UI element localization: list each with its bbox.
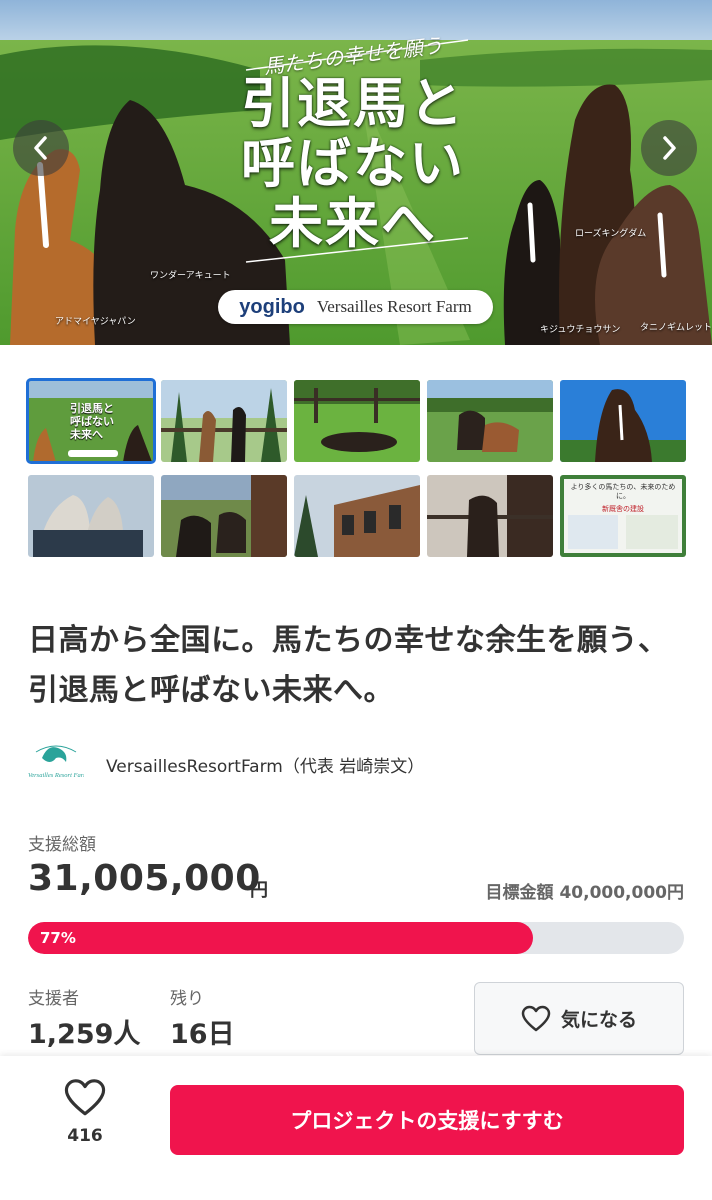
hero-brand-badge: yogibo Versailles Resort Farm <box>218 290 493 324</box>
goal-amount: 目標金額 40,000,000円 <box>479 878 684 903</box>
thumb-text-line: 未来へ <box>70 428 103 441</box>
total-label: 支援総額 <box>28 835 96 855</box>
thumb-text-line: より多くの馬たちの、未来のために。 <box>570 483 676 500</box>
thumbnail-7[interactable] <box>161 475 287 557</box>
thumb-text-line: 引退馬と <box>70 402 114 415</box>
support-project-button[interactable]: プロジェクトの支援にすすむ <box>170 1085 684 1155</box>
watch-label: 気になる <box>560 1009 637 1031</box>
yogibo-logo: yogibo <box>239 295 305 318</box>
thumbnail-9[interactable] <box>427 475 553 557</box>
horse-name-label: アドマイヤジャパン <box>55 317 136 327</box>
like-button[interactable]: 416 <box>55 1078 115 1146</box>
watch-button[interactable]: 気になる <box>474 982 684 1055</box>
thumbnail-10[interactable]: より多くの馬たちの、未来のために。 新厩舎の建設 <box>560 475 686 557</box>
remaining-days: 16日 <box>170 1019 235 1050</box>
thumbnail-3[interactable] <box>294 380 420 462</box>
thumbnail-1[interactable]: 引退馬と 呼ばない 未来へ <box>26 378 156 464</box>
progress-fill: 77% <box>28 922 534 954</box>
thumb-text-line: 呼ばない <box>70 415 114 428</box>
owner-logo: Versailles Resort Farm <box>28 740 84 788</box>
thumbnail-6[interactable] <box>28 475 154 557</box>
thumbnail-4[interactable] <box>427 380 553 462</box>
goal-value: 40,000,000円 <box>559 883 684 903</box>
brand-name: Versailles Resort Farm <box>316 297 472 316</box>
chevron-right-icon <box>663 136 676 160</box>
horse-name-label: タニノギムレット <box>640 323 712 333</box>
bottom-action-bar: 416 プロジェクトの支援にすすむ <box>0 1056 712 1200</box>
remaining-label: 残り <box>170 989 204 1009</box>
carousel-prev-button[interactable] <box>13 120 69 176</box>
owner-logo-text: Versailles Resort Farm <box>28 772 84 779</box>
progress-percent: 77% <box>40 929 76 947</box>
hero-image: 馬たちの幸せを願う 引退馬と 呼ばない 未来へ アドマイヤジャパン ワンダーアキ… <box>0 0 712 345</box>
progress-bar: 77% <box>28 922 684 954</box>
horse-name-label: ローズキングダム <box>575 229 647 239</box>
thumbnail-2[interactable] <box>161 380 287 462</box>
hero-title: 馬たちの幸せを願う 引退馬と 呼ばない 未来へ <box>228 33 478 255</box>
heart-outline-icon <box>64 1079 106 1116</box>
total-amount: 31,005,000 <box>28 858 261 899</box>
hero-title-line-3: 未来へ <box>269 191 437 255</box>
heart-outline-icon <box>521 1005 551 1031</box>
horse-name-label: キジュウチョウサン <box>540 325 621 335</box>
owner-name[interactable]: VersaillesResortFarm（代表 岩崎崇文） <box>106 752 424 777</box>
horse-name-label: ワンダーアキュート <box>150 271 231 281</box>
carousel-next-button[interactable] <box>641 120 697 176</box>
total-unit: 円 <box>250 880 268 901</box>
project-title: 日高から全国に。馬たちの幸せな余生を願う、引退馬と呼ばない未来へ。 <box>28 623 669 708</box>
supporters-count: 1,259人 <box>28 1019 141 1050</box>
thumbnail-8[interactable] <box>294 475 420 557</box>
thumb-text-line: 新厩舎の建設 <box>602 505 644 513</box>
hero-title-line-2: 呼ばない <box>241 131 465 195</box>
thumbnail-gallery: 引退馬と 呼ばない 未来へ より多くの馬たちの、未来のために。 新厩舎の建設 <box>26 378 686 557</box>
project-owner[interactable]: Versailles Resort Farm VersaillesResortF… <box>28 740 424 788</box>
hero-title-line-1: 引退馬と <box>241 71 465 135</box>
like-count: 416 <box>67 1126 103 1146</box>
supporters-label: 支援者 <box>28 989 79 1009</box>
thumbnail-5[interactable] <box>560 380 686 462</box>
goal-label: 目標金額 <box>485 883 554 903</box>
chevron-left-icon <box>34 136 47 160</box>
